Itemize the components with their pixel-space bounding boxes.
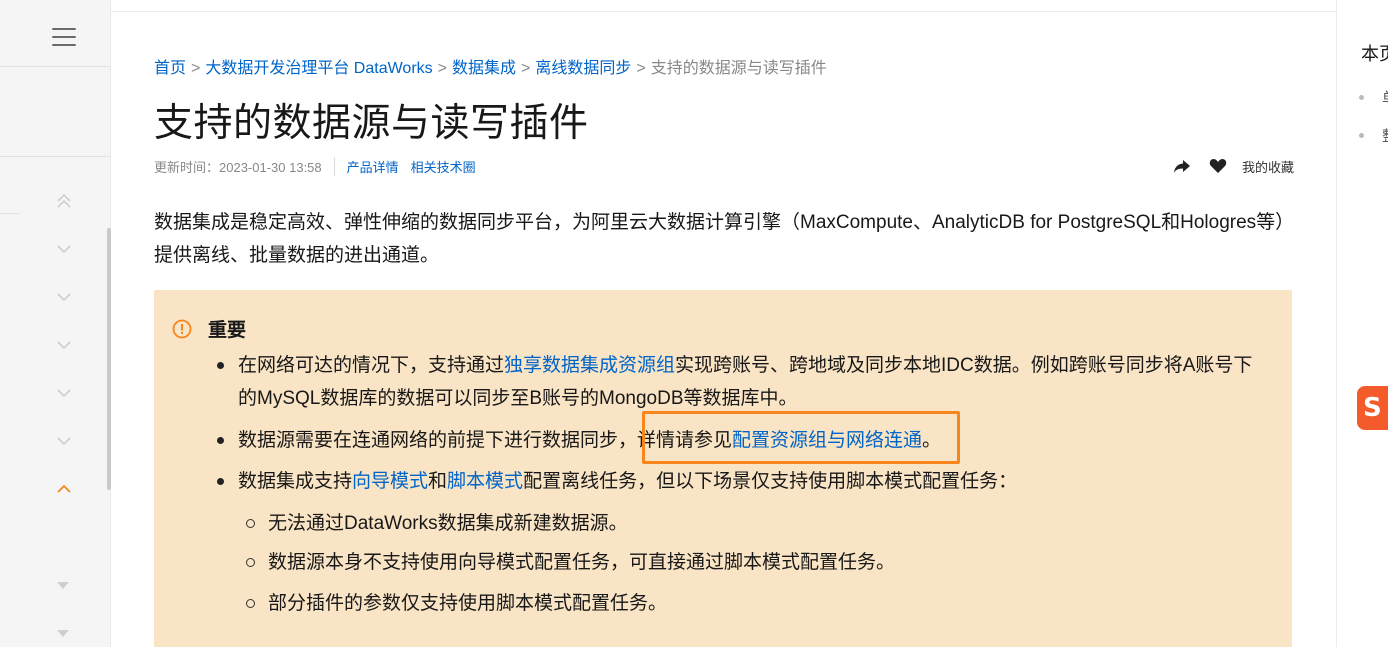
toc-item-label: 整 bbox=[1382, 125, 1388, 146]
sidebar-scrollbar[interactable] bbox=[107, 228, 111, 490]
bullet-dot bbox=[217, 437, 224, 444]
notice-item-1-line-1: 在网络可达的情况下，支持通过独享数据集成资源组实现跨账号、跨地域及同步本地IDC… bbox=[238, 349, 1252, 382]
warning-icon bbox=[172, 319, 192, 338]
wizard-mode-link[interactable]: 向导模式 bbox=[352, 471, 428, 492]
chevron-down-icon[interactable] bbox=[55, 288, 73, 306]
update-time: 更新时间：2023-01-30 13:58 bbox=[154, 160, 322, 175]
sidebar-divider bbox=[0, 66, 111, 67]
share-icon[interactable] bbox=[1172, 156, 1192, 176]
double-chevron-up-icon[interactable] bbox=[55, 192, 73, 210]
important-notice: 重要 在网络可达的情况下，支持通过独享数据集成资源组实现跨账号、跨地域及同步本地… bbox=[154, 290, 1292, 647]
breadcrumb-separator: > bbox=[191, 60, 201, 77]
notice-text: 和 bbox=[428, 471, 448, 492]
toc-item[interactable]: 单 bbox=[1359, 87, 1388, 108]
script-mode-link[interactable]: 脚本模式 bbox=[447, 471, 523, 492]
notice-text: 配置离线任务，但以下场景仅支持使用脚本模式配置任务： bbox=[523, 471, 1018, 492]
breadcrumb-separator: > bbox=[636, 60, 646, 77]
notice-title: 重要 bbox=[208, 320, 247, 341]
bullet-dot bbox=[217, 362, 224, 369]
notice-item-1-line-2: 的MySQL数据库的数据可以同步至B账号的MongoDB等数据库中。 bbox=[238, 388, 798, 409]
right-toc-panel: 本页 单 整 bbox=[1336, 0, 1388, 647]
page-meta: 更新时间：2023-01-30 13:58 产品详情 相关技术圈 bbox=[154, 157, 488, 176]
meta-divider bbox=[333, 157, 335, 176]
sub-bullet-ring bbox=[246, 519, 255, 528]
left-sidebar bbox=[0, 0, 111, 647]
notice-text: 数据源需要在连通网络的前提下进行数据同步，详情请参见 bbox=[238, 430, 733, 451]
sidebar-divider bbox=[0, 213, 20, 214]
network-connectivity-link[interactable]: 配置资源组与网络连通 bbox=[732, 430, 922, 451]
product-details-link[interactable]: 产品详情 bbox=[347, 157, 399, 176]
sogou-ime-logo-icon[interactable]: S bbox=[1357, 386, 1388, 430]
notice-text: 数据集成支持 bbox=[238, 471, 353, 492]
breadcrumb-separator: > bbox=[521, 60, 531, 77]
breadcrumb-dataworks[interactable]: 大数据开发治理平台 DataWorks bbox=[205, 60, 432, 77]
hamburger-menu-icon[interactable] bbox=[52, 28, 76, 50]
chevron-down-icon[interactable] bbox=[55, 432, 73, 450]
toc-dot bbox=[1359, 95, 1364, 100]
page-actions: 我的收藏 bbox=[1172, 156, 1294, 176]
page-title: 支持的数据源与读写插件 bbox=[154, 102, 589, 145]
notice-subitem-2: 数据源本身不支持使用向导模式配置任务，可直接通过脚本模式配置任务。 bbox=[268, 552, 896, 573]
notice-text: 在网络可达的情况下，支持通过 bbox=[238, 355, 505, 376]
breadcrumb-separator: > bbox=[437, 60, 447, 77]
tech-circle-link[interactable]: 相关技术圈 bbox=[411, 157, 476, 176]
notice-header: 重要 bbox=[172, 315, 246, 342]
breadcrumb-offline-sync[interactable]: 离线数据同步 bbox=[535, 60, 631, 77]
sub-bullet-ring bbox=[246, 558, 255, 567]
breadcrumb-data-integration[interactable]: 数据集成 bbox=[452, 60, 516, 77]
top-strip bbox=[111, 0, 1336, 12]
caret-down-icon[interactable] bbox=[57, 630, 69, 637]
intro-paragraph: 数据集成是稳定高效、弹性伸缩的数据同步平台，为阿里云大数据计算引擎（MaxCom… bbox=[154, 212, 1285, 266]
notice-subitem-1: 无法通过DataWorks数据集成新建数据源。 bbox=[268, 513, 628, 534]
breadcrumb: 首页 > 大数据开发治理平台 DataWorks > 数据集成 > 离线数据同步 > 支持的数据… bbox=[154, 54, 827, 78]
bullet-dot bbox=[217, 478, 224, 485]
notice-subitem-3: 部分插件的参数仅支持使用脚本模式配置任务。 bbox=[268, 593, 668, 614]
toc-title: 本页 bbox=[1361, 44, 1388, 64]
toc-dot bbox=[1359, 133, 1364, 138]
caret-down-icon[interactable] bbox=[57, 582, 69, 589]
sub-bullet-ring bbox=[246, 599, 255, 608]
notice-text: 实现跨账号、跨地域及同步本地IDC数据。例如跨账号同步将A账号下 bbox=[675, 355, 1253, 376]
breadcrumb-current: 支持的数据源与读写插件 bbox=[650, 60, 827, 77]
notice-text: 。 bbox=[922, 430, 942, 451]
breadcrumb-home[interactable]: 首页 bbox=[154, 60, 186, 77]
toc-item-label: 单 bbox=[1382, 87, 1388, 108]
my-favorites-link[interactable]: 我的收藏 bbox=[1242, 157, 1294, 176]
chevron-down-icon[interactable] bbox=[55, 336, 73, 354]
toc-item[interactable]: 整 bbox=[1359, 125, 1388, 146]
chevron-down-icon[interactable] bbox=[55, 384, 73, 402]
chevron-down-icon[interactable] bbox=[55, 240, 73, 258]
chevron-up-icon[interactable] bbox=[55, 480, 73, 498]
notice-item-3: 数据集成支持向导模式和脚本模式配置离线任务，但以下场景仅支持使用脚本模式配置任务… bbox=[238, 465, 1017, 498]
dedicated-resource-group-link[interactable]: 独享数据集成资源组 bbox=[504, 355, 675, 376]
sidebar-divider bbox=[0, 156, 111, 157]
heart-icon[interactable] bbox=[1208, 156, 1228, 176]
notice-item-2: 数据源需要在连通网络的前提下进行数据同步，详情请参见配置资源组与网络连通。 bbox=[238, 424, 941, 457]
